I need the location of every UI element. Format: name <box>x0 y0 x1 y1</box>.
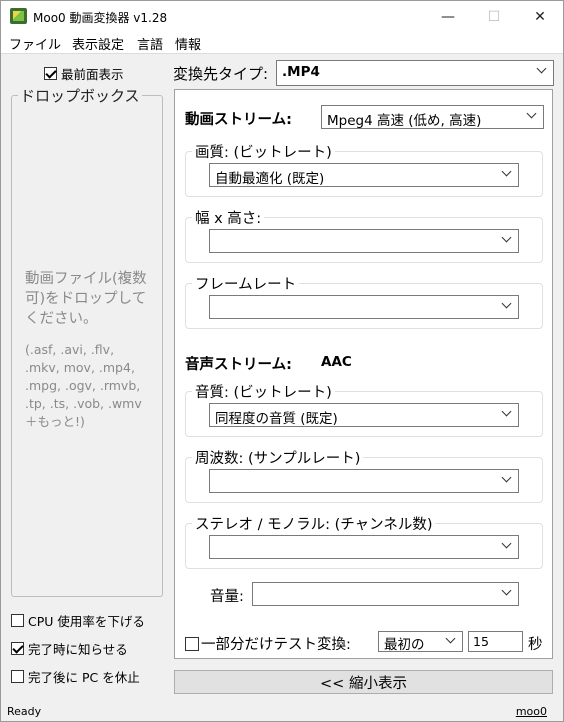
framerate-select[interactable] <box>209 295 519 319</box>
app-logo-icon <box>10 8 27 24</box>
always-on-top-label: 最前面表示 <box>61 67 124 82</box>
video-quality-value: 自動最適化 (既定) <box>215 171 325 187</box>
title-bar: Moo0 動画変換器 v1.28 — ☐ ✕ <box>1 1 563 32</box>
volume-label: 音量: <box>210 589 244 605</box>
chevron-down-icon <box>527 109 537 119</box>
notify-done-label: 完了時に知らせる <box>28 642 128 657</box>
chevron-down-icon <box>502 407 512 417</box>
volume-select[interactable] <box>252 582 519 606</box>
video-size-label: 幅 x 高さ: <box>192 207 265 228</box>
audio-channel-label: ステレオ / モノラル: (チャンネル数) <box>192 513 436 534</box>
hibernate-label: 完了後に PC を休止 <box>28 670 140 685</box>
chevron-down-icon <box>502 233 512 243</box>
menu-info[interactable]: 情報 <box>175 34 201 53</box>
status-text: Ready <box>7 705 42 718</box>
test-position-select[interactable]: 最初の <box>378 631 463 653</box>
video-size-select[interactable] <box>209 229 519 253</box>
chevron-down-icon <box>502 167 512 177</box>
drop-message: 動画ファイル(複数可)をドロップしてください。 <box>25 271 147 327</box>
target-type-select[interactable]: .MP4 <box>276 60 554 86</box>
hibernate-checkbox[interactable]: 完了後に PC を休止 <box>11 667 140 686</box>
app-window: Moo0 動画変換器 v1.28 — ☐ ✕ ファイル 表示設定 言語 情報 最… <box>0 0 564 722</box>
chevron-down-icon <box>502 586 512 596</box>
video-quality-label: 画質: (ビットレート) <box>192 141 335 162</box>
test-seconds-unit: 秒 <box>528 637 543 653</box>
moo0-link[interactable]: moo0 <box>516 705 547 718</box>
audio-frequency-label: 周波数: (サンプルレート) <box>192 447 364 468</box>
audio-quality-value: 同程度の音質 (既定) <box>215 411 338 427</box>
audio-codec-value: AAC <box>321 354 352 370</box>
menu-separator <box>1 53 563 54</box>
maximize-button[interactable]: ☐ <box>471 1 517 32</box>
drop-box-title: ドロップボックス <box>18 85 142 106</box>
menu-language[interactable]: 言語 <box>137 34 163 53</box>
minimize-button[interactable]: — <box>425 1 471 32</box>
audio-frequency-select[interactable] <box>209 469 519 493</box>
audio-channel-select[interactable] <box>209 535 519 559</box>
test-position-value: 最初の <box>384 637 425 653</box>
chevron-down-icon <box>502 539 512 549</box>
audio-stream-label: 音声ストリーム: <box>185 357 292 373</box>
drop-formats: (.asf, .avi, .flv, .mkv, mov, .mp4, .mpg… <box>25 342 142 429</box>
checkbox-checked-icon[interactable] <box>44 67 57 80</box>
test-seconds-input[interactable]: 15 <box>468 631 523 652</box>
shrink-view-button[interactable]: << 縮小表示 <box>174 670 553 694</box>
checkbox-unchecked-icon[interactable] <box>11 670 24 683</box>
test-convert-checkbox[interactable]: 一部分だけテスト変換: <box>185 633 351 654</box>
audio-quality-select[interactable]: 同程度の音質 (既定) <box>209 403 519 427</box>
chevron-down-icon <box>537 64 547 74</box>
menu-file[interactable]: ファイル <box>9 34 61 53</box>
checkbox-unchecked-icon[interactable] <box>11 614 24 627</box>
menu-view[interactable]: 表示設定 <box>72 34 124 53</box>
audio-quality-label: 音質: (ビットレート) <box>192 381 335 402</box>
checkbox-unchecked-icon[interactable] <box>185 636 199 651</box>
close-button[interactable]: ✕ <box>517 1 563 32</box>
menu-bar: ファイル 表示設定 言語 情報 <box>1 32 563 53</box>
window-title: Moo0 動画変換器 v1.28 <box>33 11 168 25</box>
chevron-down-icon <box>502 473 512 483</box>
notify-done-checkbox[interactable]: 完了時に知らせる <box>11 639 128 658</box>
always-on-top-checkbox[interactable]: 最前面表示 <box>44 64 124 83</box>
chevron-down-icon <box>446 634 456 644</box>
checkbox-checked-icon[interactable] <box>11 642 24 655</box>
video-quality-select[interactable]: 自動最適化 (既定) <box>209 163 519 187</box>
video-codec-value: Mpeg4 高速 (低め, 高速) <box>327 113 482 129</box>
chevron-down-icon <box>502 299 512 309</box>
low-cpu-label: CPU 使用率を下げる <box>28 614 145 629</box>
video-stream-label: 動画ストリーム: <box>185 112 292 128</box>
target-type-value: .MP4 <box>282 64 320 80</box>
framerate-label: フレームレート <box>192 273 300 294</box>
test-convert-label: 一部分だけテスト変換: <box>201 637 351 653</box>
low-cpu-checkbox[interactable]: CPU 使用率を下げる <box>11 611 145 630</box>
settings-panel: 動画ストリーム: Mpeg4 高速 (低め, 高速) 画質: (ビットレート) … <box>174 89 553 659</box>
target-type-label: 変換先タイプ: <box>173 65 269 83</box>
video-codec-select[interactable]: Mpeg4 高速 (低め, 高速) <box>321 105 544 129</box>
